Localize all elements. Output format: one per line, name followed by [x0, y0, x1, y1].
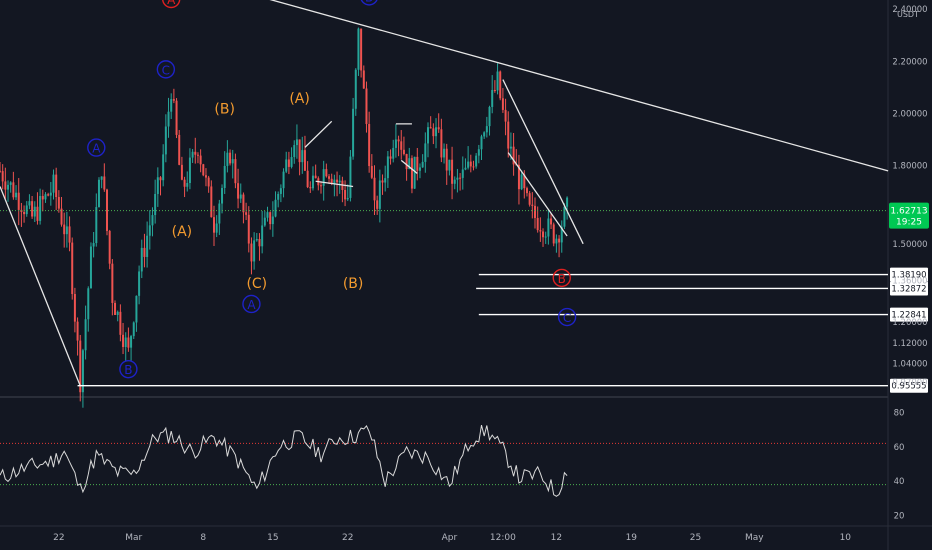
candle [202, 163, 205, 177]
time-tick-label: 12 [551, 533, 562, 543]
time-tick-label: 12:00 [490, 533, 516, 543]
current-price-label: 1.62713 [890, 207, 927, 217]
price-tick-label: 2.00000 [892, 109, 927, 119]
oscillator-tick-label: 20 [894, 511, 905, 521]
wave-label-text: A [167, 0, 176, 7]
wave-label[interactable]: (A) [289, 91, 310, 107]
candle [528, 191, 531, 207]
candle [354, 68, 357, 116]
time-tick-label: 22 [342, 533, 353, 543]
wave-label[interactable]: (A) [172, 224, 193, 240]
candle [349, 150, 352, 202]
time-tick-label: 15 [267, 533, 278, 543]
oscillator-tick-label: 40 [894, 477, 905, 487]
price-tick-label: 1.04000 [892, 360, 927, 370]
candle [360, 28, 363, 78]
candle [97, 177, 100, 208]
wave-label[interactable]: (B) [214, 101, 235, 117]
price-tick-label: 1.36000 [892, 276, 927, 286]
countdown-label: 19:25 [896, 218, 922, 228]
wave-label-text: A [247, 298, 256, 312]
wave-label-text: (A) [172, 224, 193, 240]
wave-label[interactable]: (B) [343, 276, 364, 292]
candle [175, 98, 178, 139]
time-tick-label: 8 [200, 533, 206, 543]
price-tick-label: 0.97000 [892, 378, 927, 388]
wave-label-text: C [563, 311, 571, 325]
candle [178, 130, 181, 166]
time-tick-label: 10 [840, 533, 852, 543]
wave-label-text: B [124, 363, 132, 377]
trading-chart[interactable]: 1.381901.328721.228410.95555 ACABAB(B)(A… [0, 0, 932, 550]
candle [357, 27, 360, 76]
wave-label-text: (B) [214, 101, 235, 117]
price-tick-label: 1.12000 [892, 339, 927, 349]
time-tick-label: 25 [690, 533, 701, 543]
price-tick-label: 1.20000 [892, 318, 927, 328]
time-tick-label: 22 [53, 533, 64, 543]
candle [79, 334, 82, 402]
price-tick-label: 1.80000 [892, 162, 927, 172]
candle [106, 188, 108, 236]
candle [552, 222, 555, 247]
wave-label-text: A [92, 142, 101, 156]
price-tick-label: 2.20000 [892, 57, 927, 67]
wave-label-text: B [365, 0, 373, 4]
wave-label-text: (B) [343, 276, 364, 292]
candle [71, 237, 74, 300]
price-tick-label: 1.50000 [892, 240, 927, 250]
time-tick-label: Mar [125, 533, 142, 543]
wave-label-text: (C) [246, 276, 267, 292]
time-tick-label: May [745, 533, 764, 543]
wave-label-text: B [558, 272, 566, 286]
candle [89, 242, 92, 289]
candle [410, 155, 413, 194]
candle [108, 229, 111, 270]
time-tick-label: Apr [442, 533, 458, 543]
oscillator-tick-label: 80 [894, 409, 905, 419]
oscillator-tick-label: 60 [894, 443, 905, 453]
candle [499, 70, 502, 101]
wave-label[interactable]: (C) [246, 276, 267, 292]
time-tick-label: 19 [626, 533, 638, 543]
wave-label-text: C [162, 63, 170, 77]
wave-label-text: (A) [289, 91, 310, 107]
candle [413, 156, 416, 189]
quote-currency-label: USDT [897, 10, 919, 19]
